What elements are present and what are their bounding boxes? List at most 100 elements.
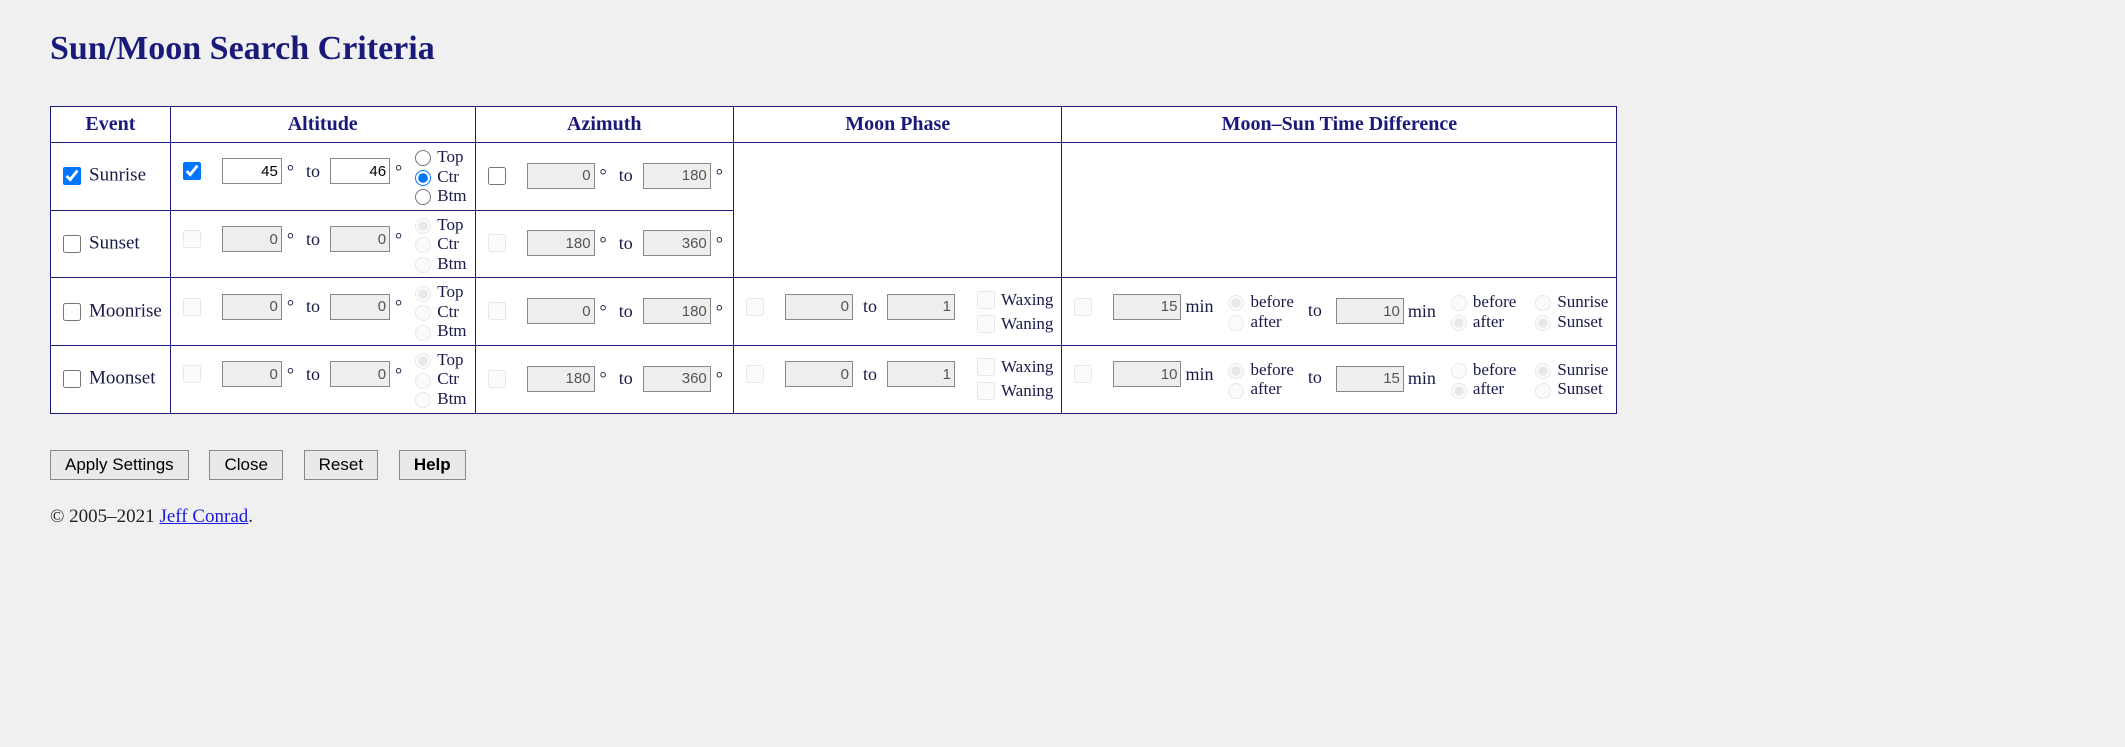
reset-button[interactable]: Reset: [304, 450, 378, 480]
moonrise-timediff-hi-input[interactable]: [1336, 298, 1404, 324]
moonrise-phase-lo-input[interactable]: [785, 294, 853, 320]
moonrise-limb-btm-radio[interactable]: [415, 325, 431, 341]
moonset-enable-checkbox[interactable]: [63, 370, 81, 388]
moonrise-waxing-checkbox[interactable]: [977, 291, 995, 309]
close-button[interactable]: Close: [209, 450, 282, 480]
moonset-phase-lo-input[interactable]: [785, 361, 853, 387]
degree-label: °: [600, 165, 607, 186]
apply-settings-button[interactable]: Apply Settings: [50, 450, 189, 480]
moonset-phase-hi-input[interactable]: [887, 361, 955, 387]
sunset-azimuth-hi-input[interactable]: [643, 230, 711, 256]
moonset-limb-ctr-radio[interactable]: [415, 373, 431, 389]
moonrise-phase-hi-input[interactable]: [887, 294, 955, 320]
limb-btm-label: Btm: [437, 254, 466, 274]
sunset-limb-top-radio[interactable]: [415, 218, 431, 234]
help-button[interactable]: Help: [399, 450, 466, 480]
moonset-label: Moonset: [89, 368, 156, 389]
sunset-altitude-enable-checkbox[interactable]: [183, 230, 201, 248]
moonrise-altitude-enable-checkbox[interactable]: [183, 298, 201, 316]
sunset-altitude-hi-input[interactable]: [330, 226, 390, 252]
sunset-limb-btm-radio[interactable]: [415, 257, 431, 273]
sunrise-enable-checkbox[interactable]: [63, 167, 81, 185]
sunrise-azimuth-enable-checkbox[interactable]: [488, 167, 506, 185]
min-label: min: [1408, 368, 1436, 389]
moonrise-azimuth-hi-input[interactable]: [643, 298, 711, 324]
moonset-timediff-ref-sunset-radio[interactable]: [1535, 383, 1551, 399]
waning-label: Waning: [1001, 314, 1053, 334]
moonset-azimuth-lo-input[interactable]: [527, 366, 595, 392]
sunrise-limb-ctr-radio[interactable]: [415, 170, 431, 186]
moonset-limb-top-radio[interactable]: [415, 353, 431, 369]
moonrise-altitude-lo-input[interactable]: [222, 294, 282, 320]
copyright: © 2005–2021 Jeff Conrad.: [50, 506, 2075, 528]
to-label: to: [619, 233, 633, 254]
moonrise-limb-ctr-radio[interactable]: [415, 305, 431, 321]
moonrise-timediff-lo-after-radio[interactable]: [1228, 315, 1244, 331]
to-label: to: [619, 165, 633, 186]
limb-btm-label: Btm: [437, 389, 466, 409]
moonrise-azimuth-lo-input[interactable]: [527, 298, 595, 324]
sunrise-altitude-hi-input[interactable]: [330, 158, 390, 184]
sunset-limb-ctr-radio[interactable]: [415, 237, 431, 253]
sunrise-altitude-cell: °to°TopCtrBtm: [170, 143, 475, 211]
moonrise-timediff-ref-group: SunriseSunset: [1530, 292, 1608, 331]
moonrise-timediff-ref-sunrise-radio[interactable]: [1535, 295, 1551, 311]
moonrise-waning-checkbox[interactable]: [977, 315, 995, 333]
after-label: after: [1473, 312, 1504, 332]
moonrise-timediff-lo-input[interactable]: [1113, 294, 1181, 320]
moonset-phase-enable-checkbox[interactable]: [746, 365, 764, 383]
moonset-azimuth-hi-input[interactable]: [643, 366, 711, 392]
sunset-enable-checkbox[interactable]: [63, 235, 81, 253]
moonset-timediff-ref-sunrise-radio[interactable]: [1535, 363, 1551, 379]
moonrise-azimuth-enable-checkbox[interactable]: [488, 302, 506, 320]
moonset-altitude-lo-input[interactable]: [222, 361, 282, 387]
copyright-link[interactable]: Jeff Conrad: [159, 506, 248, 527]
moonset-altitude-enable-checkbox[interactable]: [183, 365, 201, 383]
to-label: to: [306, 364, 320, 385]
moonset-timediff-lo-after-radio[interactable]: [1228, 383, 1244, 399]
sunrise-limb-group: TopCtrBtm: [410, 147, 466, 206]
to-label: to: [306, 296, 320, 317]
moonset-limb-group: TopCtrBtm: [410, 350, 466, 409]
moonset-altitude-cell: °to°TopCtrBtm: [170, 345, 475, 413]
moonset-altitude-hi-input[interactable]: [330, 361, 390, 387]
row-sunrise: Sunrise°to°TopCtrBtm°to°: [51, 143, 1617, 211]
moonset-timediff-hi-input[interactable]: [1336, 366, 1404, 392]
sunrise-azimuth-hi-input[interactable]: [643, 163, 711, 189]
moonrise-phase-enable-checkbox[interactable]: [746, 298, 764, 316]
before-label: before: [1473, 360, 1516, 380]
moonset-limb-btm-radio[interactable]: [415, 392, 431, 408]
sunrise-limb-btm-radio[interactable]: [415, 189, 431, 205]
moonrise-timediff-lo-before-radio[interactable]: [1228, 295, 1244, 311]
sunrise-label: Sunrise: [1557, 360, 1608, 380]
sunrise-altitude-lo-input[interactable]: [222, 158, 282, 184]
sunset-azimuth-enable-checkbox[interactable]: [488, 234, 506, 252]
sunrise-altitude-enable-checkbox[interactable]: [183, 162, 201, 180]
moonrise-limb-top-radio[interactable]: [415, 286, 431, 302]
sunrise-timediff-cell: [1062, 143, 1617, 278]
moonrise-timediff-hi-before-radio[interactable]: [1451, 295, 1467, 311]
sunset-label: Sunset: [1557, 379, 1602, 399]
sunset-azimuth-lo-input[interactable]: [527, 230, 595, 256]
moonset-timediff-lo-input[interactable]: [1113, 361, 1181, 387]
moonrise-altitude-hi-input[interactable]: [330, 294, 390, 320]
moonrise-timediff-hi-after-radio[interactable]: [1451, 315, 1467, 331]
moonrise-timediff-hi-rel-group: beforeafter: [1446, 292, 1516, 331]
moonset-waxing-checkbox[interactable]: [977, 358, 995, 376]
col-event: Event: [51, 107, 171, 143]
moonset-waning-checkbox[interactable]: [977, 382, 995, 400]
moonrise-timediff-ref-sunset-radio[interactable]: [1535, 315, 1551, 331]
moonrise-enable-checkbox[interactable]: [63, 303, 81, 321]
moonset-timediff-hi-after-radio[interactable]: [1451, 383, 1467, 399]
min-label: min: [1185, 296, 1213, 317]
moonset-timediff-lo-before-radio[interactable]: [1228, 363, 1244, 379]
sunset-altitude-lo-input[interactable]: [222, 226, 282, 252]
sunset-altitude-cell: °to°TopCtrBtm: [170, 210, 475, 278]
copyright-suffix: .: [248, 506, 253, 527]
moonset-azimuth-enable-checkbox[interactable]: [488, 370, 506, 388]
sunrise-limb-top-radio[interactable]: [415, 150, 431, 166]
sunrise-azimuth-lo-input[interactable]: [527, 163, 595, 189]
moonset-timediff-hi-before-radio[interactable]: [1451, 363, 1467, 379]
moonset-timediff-enable-checkbox[interactable]: [1074, 365, 1092, 383]
moonrise-timediff-enable-checkbox[interactable]: [1074, 298, 1092, 316]
